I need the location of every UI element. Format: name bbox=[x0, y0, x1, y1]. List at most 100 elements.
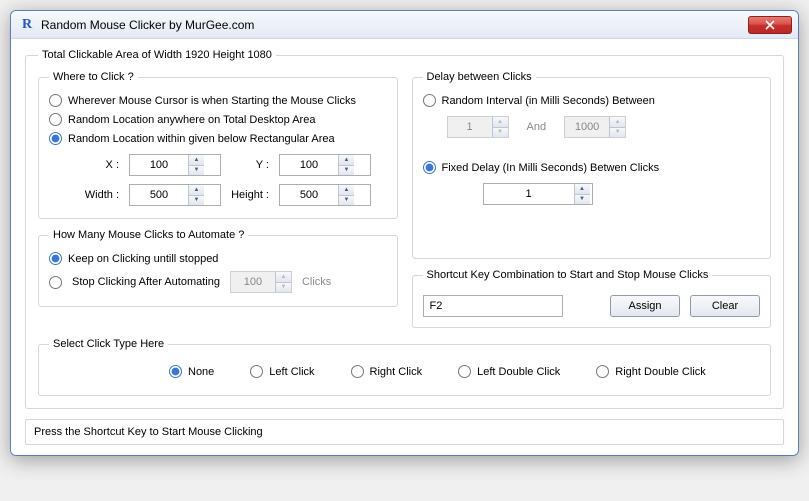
radio-right[interactable] bbox=[351, 365, 364, 378]
click-type-row: None Left Click Right Click Left Double … bbox=[49, 358, 760, 385]
rand-max-spinner: ▲ ▼ bbox=[564, 116, 626, 138]
where-to-click-group: Where to Click ? Wherever Mouse Cursor i… bbox=[38, 71, 398, 219]
where-to-click-legend: Where to Click ? bbox=[49, 71, 138, 83]
click-count-arrows: ▲ ▼ bbox=[275, 272, 291, 292]
where-option-rect[interactable]: Random Location within given below Recta… bbox=[49, 129, 387, 148]
clicktype-leftdbl[interactable]: Left Double Click bbox=[458, 362, 560, 381]
where-option-cursor[interactable]: Wherever Mouse Cursor is when Starting t… bbox=[49, 91, 387, 110]
radio-none-label: None bbox=[188, 366, 214, 378]
left-column: Where to Click ? Wherever Mouse Cursor i… bbox=[38, 71, 398, 328]
rand-max-input bbox=[565, 117, 609, 137]
clicks-text: Clicks bbox=[302, 276, 331, 288]
radio-rightdbl[interactable] bbox=[596, 365, 609, 378]
howmany-stop[interactable]: Stop Clicking After Automating ▲ ▼ Click… bbox=[49, 268, 387, 296]
y-down[interactable]: ▼ bbox=[339, 166, 354, 176]
fixed-delay-arrows: ▲ ▼ bbox=[574, 184, 590, 204]
width-down[interactable]: ▼ bbox=[189, 196, 204, 206]
radio-leftdbl[interactable] bbox=[458, 365, 471, 378]
clicktype-right[interactable]: Right Click bbox=[351, 362, 423, 381]
radio-leftdbl-label: Left Double Click bbox=[477, 366, 560, 378]
rect-inputs: X : ▲ ▼ Y : bbox=[49, 148, 387, 208]
fixed-delay-down[interactable]: ▼ bbox=[575, 195, 590, 205]
and-label: And bbox=[527, 121, 547, 133]
radio-stop-after-label: Stop Clicking After Automating bbox=[72, 276, 220, 288]
fixed-delay-row: ▲ ▼ bbox=[423, 177, 761, 205]
radio-where-desktop[interactable] bbox=[49, 113, 62, 126]
app-icon: R bbox=[19, 17, 35, 33]
click-count-spinner: ▲ ▼ bbox=[230, 271, 292, 293]
width-input[interactable] bbox=[130, 185, 188, 205]
radio-where-rect-label: Random Location within given below Recta… bbox=[68, 133, 335, 145]
close-button[interactable] bbox=[748, 16, 792, 34]
x-up[interactable]: ▲ bbox=[189, 155, 204, 166]
x-down[interactable]: ▼ bbox=[189, 166, 204, 176]
delay-fixed-option[interactable]: Fixed Delay (In Milli Seconds) Betwen Cl… bbox=[423, 158, 761, 177]
height-arrows: ▲ ▼ bbox=[338, 185, 354, 205]
radio-rightdbl-label: Right Double Click bbox=[615, 366, 705, 378]
x-arrows: ▲ ▼ bbox=[188, 155, 204, 175]
radio-random-interval-label: Random Interval (in Milli Seconds) Betwe… bbox=[442, 95, 655, 107]
radio-where-cursor[interactable] bbox=[49, 94, 62, 107]
clickable-area-legend: Total Clickable Area of Width 1920 Heigh… bbox=[38, 49, 276, 61]
radio-none[interactable] bbox=[169, 365, 182, 378]
rand-max-down: ▼ bbox=[610, 128, 625, 138]
y-input[interactable] bbox=[280, 155, 338, 175]
radio-keep-clicking-label: Keep on Clicking untill stopped bbox=[68, 253, 218, 265]
radio-random-interval[interactable] bbox=[423, 94, 436, 107]
howmany-keep[interactable]: Keep on Clicking untill stopped bbox=[49, 249, 387, 268]
radio-where-rect[interactable] bbox=[49, 132, 62, 145]
y-spinner[interactable]: ▲ ▼ bbox=[279, 154, 371, 176]
rand-min-spinner: ▲ ▼ bbox=[447, 116, 509, 138]
rand-min-up: ▲ bbox=[493, 117, 508, 128]
radio-fixed-delay[interactable] bbox=[423, 161, 436, 174]
click-count-input bbox=[231, 272, 275, 292]
height-down[interactable]: ▼ bbox=[339, 196, 354, 206]
fixed-delay-input[interactable] bbox=[484, 184, 574, 204]
application-window: R Random Mouse Clicker by MurGee.com Tot… bbox=[10, 10, 799, 456]
rand-max-up: ▲ bbox=[610, 117, 625, 128]
clear-button[interactable]: Clear bbox=[690, 295, 760, 317]
width-spinner[interactable]: ▲ ▼ bbox=[129, 184, 221, 206]
radio-left[interactable] bbox=[250, 365, 263, 378]
delay-random-option[interactable]: Random Interval (in Milli Seconds) Betwe… bbox=[423, 91, 761, 110]
clicktype-rightdbl[interactable]: Right Double Click bbox=[596, 362, 705, 381]
rand-min-input bbox=[448, 117, 492, 137]
click-count-up: ▲ bbox=[276, 272, 291, 283]
height-spinner[interactable]: ▲ ▼ bbox=[279, 184, 371, 206]
y-label: Y : bbox=[221, 159, 279, 171]
rand-max-arrows: ▲ ▼ bbox=[609, 117, 625, 137]
shortcut-row: Assign Clear bbox=[423, 289, 761, 317]
fixed-delay-spinner[interactable]: ▲ ▼ bbox=[483, 183, 593, 205]
clicktype-none[interactable]: None bbox=[169, 362, 214, 381]
titlebar: R Random Mouse Clicker by MurGee.com bbox=[11, 11, 798, 39]
fixed-delay-up[interactable]: ▲ bbox=[575, 184, 590, 195]
assign-button[interactable]: Assign bbox=[610, 295, 680, 317]
status-bar: Press the Shortcut Key to Start Mouse Cl… bbox=[25, 419, 784, 445]
clicktype-left[interactable]: Left Click bbox=[250, 362, 314, 381]
shortcut-input[interactable] bbox=[423, 295, 563, 317]
radio-right-label: Right Click bbox=[370, 366, 423, 378]
shortcut-group: Shortcut Key Combination to Start and St… bbox=[412, 269, 772, 328]
rand-min-down: ▼ bbox=[493, 128, 508, 138]
shortcut-legend: Shortcut Key Combination to Start and St… bbox=[423, 269, 713, 281]
height-up[interactable]: ▲ bbox=[339, 185, 354, 196]
click-count-down: ▼ bbox=[276, 283, 291, 293]
y-up[interactable]: ▲ bbox=[339, 155, 354, 166]
titlebar-left: R Random Mouse Clicker by MurGee.com bbox=[19, 17, 254, 33]
width-up[interactable]: ▲ bbox=[189, 185, 204, 196]
height-input[interactable] bbox=[280, 185, 338, 205]
radio-keep-clicking[interactable] bbox=[49, 252, 62, 265]
window-title: Random Mouse Clicker by MurGee.com bbox=[41, 18, 254, 32]
how-many-group: How Many Mouse Clicks to Automate ? Keep… bbox=[38, 229, 398, 307]
x-label: X : bbox=[73, 159, 129, 171]
x-input[interactable] bbox=[130, 155, 188, 175]
client-area: Total Clickable Area of Width 1920 Heigh… bbox=[11, 39, 798, 455]
x-spinner[interactable]: ▲ ▼ bbox=[129, 154, 221, 176]
radio-left-label: Left Click bbox=[269, 366, 314, 378]
click-type-legend: Select Click Type Here bbox=[49, 338, 168, 350]
radio-stop-after[interactable] bbox=[49, 276, 62, 289]
where-option-desktop[interactable]: Random Location anywhere on Total Deskto… bbox=[49, 110, 387, 129]
radio-where-cursor-label: Wherever Mouse Cursor is when Starting t… bbox=[68, 95, 356, 107]
how-many-legend: How Many Mouse Clicks to Automate ? bbox=[49, 229, 248, 241]
top-row: Where to Click ? Wherever Mouse Cursor i… bbox=[38, 71, 771, 328]
